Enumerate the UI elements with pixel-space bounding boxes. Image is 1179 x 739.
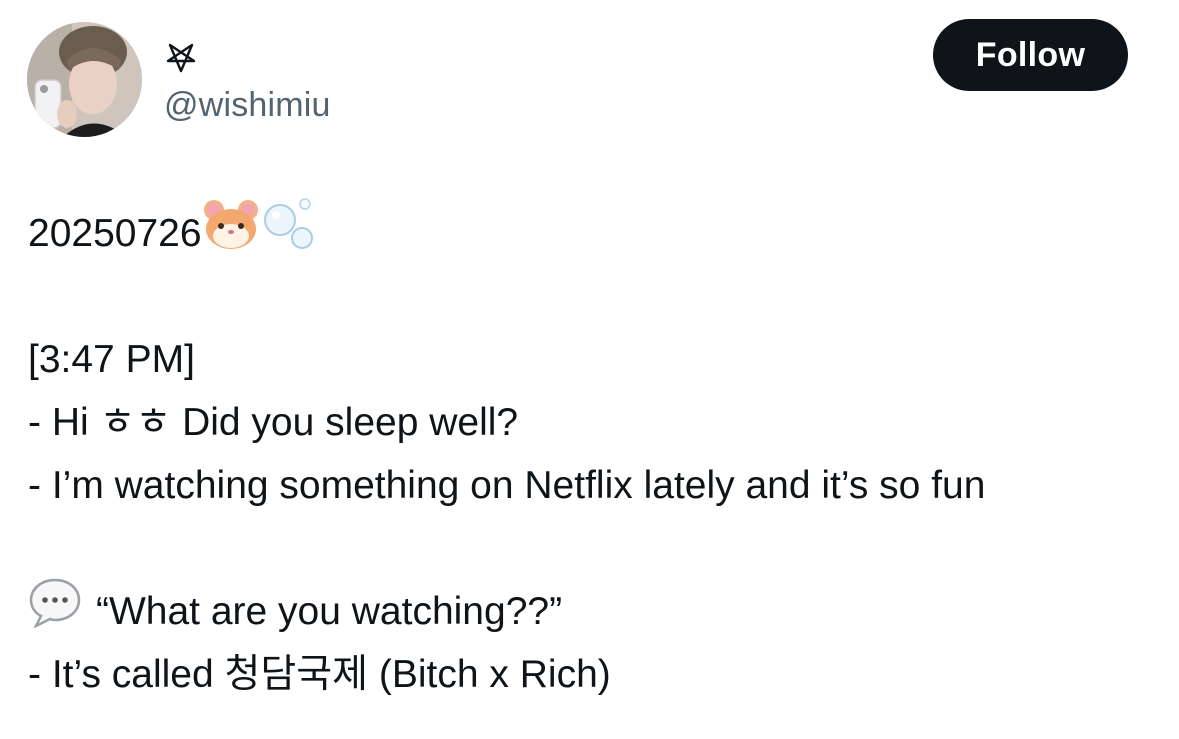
tweet-date-line: 20250726	[28, 198, 1168, 265]
speech-bubble-icon	[28, 576, 82, 647]
tweet-card: @wishimiu Follow 20250726 [3:47 PM] - Hi…	[0, 0, 1179, 739]
user-info: @wishimiu	[164, 36, 331, 125]
follow-button[interactable]: Follow	[933, 19, 1128, 91]
display-name[interactable]	[164, 40, 331, 80]
tweet-line-3: - It’s called 청담국제 (Bitch x Rich)	[28, 653, 611, 696]
tweet-line-1: - Hi ㅎㅎ Did you sleep well?	[28, 401, 519, 444]
tweet-time: [3:47 PM]	[28, 338, 195, 381]
pentagram-icon	[166, 43, 196, 73]
tweet-text: 20250726 [3:47 PM] - Hi ㅎㅎ Did you sleep…	[28, 198, 1168, 706]
user-handle[interactable]: @wishimiu	[164, 86, 331, 125]
hamster-face-icon	[202, 196, 260, 271]
tweet-quote-line: “What are you watching??”	[28, 578, 1168, 643]
avatar[interactable]	[27, 22, 142, 137]
bubbles-icon	[260, 196, 318, 271]
tweet-line-2: - I’m watching something on Netflix late…	[28, 464, 986, 507]
tweet-quote: “What are you watching??”	[96, 590, 563, 633]
tweet-date: 20250726	[28, 212, 202, 255]
